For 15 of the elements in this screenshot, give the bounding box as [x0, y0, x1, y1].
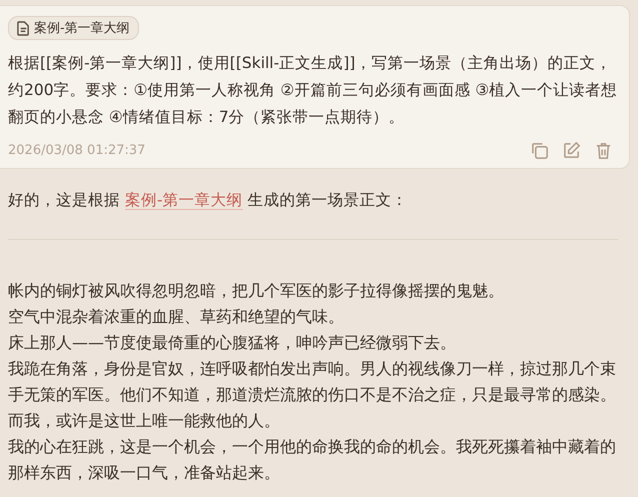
edit-icon[interactable]	[562, 141, 581, 160]
story-paragraph: 空气中混杂着浓重的血腥、草药和绝望的气味。	[8, 306, 345, 328]
attachment-chip[interactable]: 案例-第一章大纲	[8, 16, 139, 40]
story-paragraph: 我的心在狂跳，这是一个机会，一个用他的命换我的命的机会。我死死攥着袖中藏着的那样东西，深吸一口气，准备站起来。	[8, 436, 617, 484]
timestamp: 2026/03/08 01:27:37	[8, 143, 146, 158]
attachment-name: 案例-第一章大纲	[34, 20, 130, 37]
copy-icon[interactable]	[530, 141, 549, 160]
story-paragraph: 帐内的铜灯被风吹得忽明忽暗，把几个军医的影子拉得像摇摆的鬼魅。	[8, 280, 505, 302]
story-paragraph: 我跪在角落，身份是官奴，连呼吸都怕发出声响。男人的视线像刀一样，掠过那几个束手无策的军医。他们不知道，那道溃烂流脓的伤口不是不治之症，只是最寻常的感染。	[8, 358, 617, 406]
delete-icon[interactable]	[594, 141, 613, 160]
document-icon	[17, 20, 30, 36]
story-paragraph: 而我，或许是这世上唯一能救他的人。	[8, 410, 281, 432]
message-text: 根据[[案例-第一章大纲]]，使用[[Skill-正文生成]]，写第一场景（主角出场）的正文，约200字。要求：①使用第一人称视角 ②开篇前三句必须有画面感 ③植入一个让读者想翻页的小悬念 ④情绪值目标：7分（紧张带一点期待）。	[8, 53, 618, 128]
story-paragraph: 床上那人——节度使最倚重的心腹猛将，呻吟声已经微弱下去。	[8, 332, 457, 354]
reply-intro: 好的，这是根据 案例-第一章大纲 生成的第一场景正文：	[8, 190, 408, 211]
